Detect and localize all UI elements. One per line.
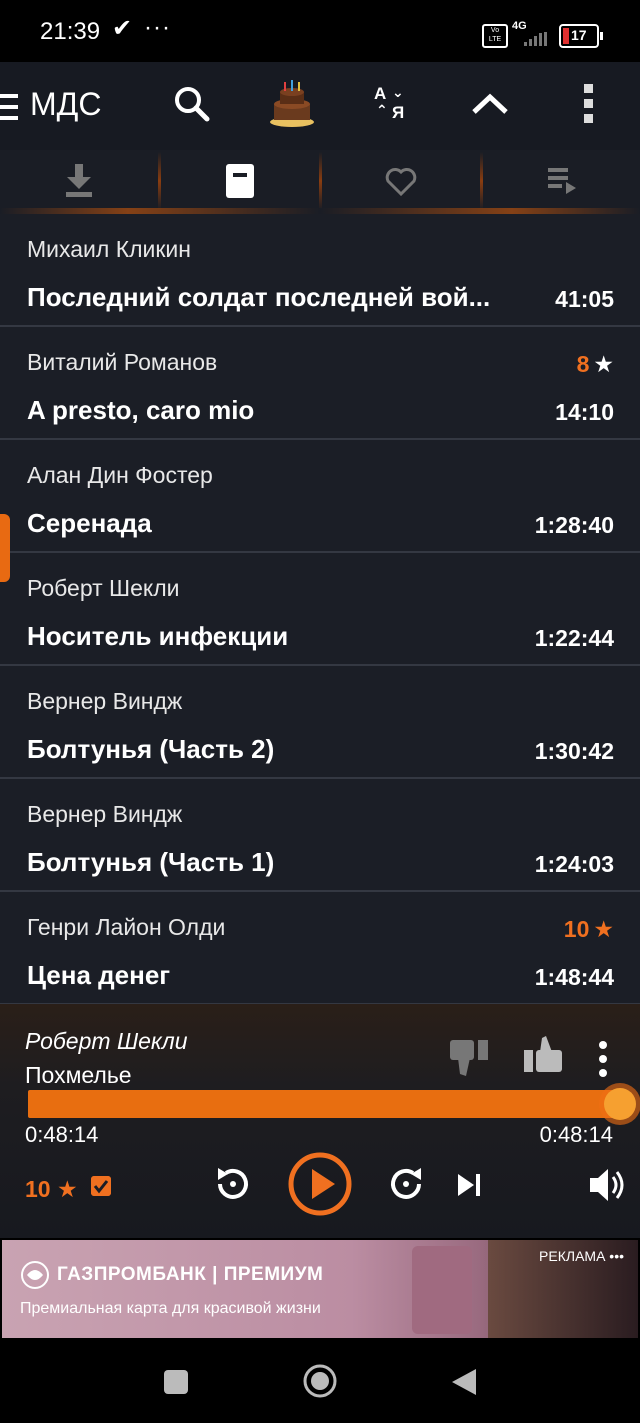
ad-tagline: Премиальная карта для красивой жизни [20,1300,321,1317]
item-title: Цена денег [27,960,171,990]
item-duration: 1:22:44 [534,625,614,651]
item-author: Роберт Шекли [27,575,180,601]
system-nav-bar [0,1340,640,1423]
star-icon: ★ [593,916,614,942]
total-time: 0:48:14 [539,1122,613,1147]
item-title: Серенада [27,508,152,538]
more-notifications-icon: ··· [144,14,171,41]
thumbs-down-icon[interactable] [448,1038,490,1078]
item-author: Генри Лайон Олди [27,914,226,940]
ad-banner[interactable]: ГАЗПРОМБАНК | ПРЕМИУМ Премиальная карта … [2,1240,638,1338]
tab-current[interactable] [161,150,319,212]
search-icon[interactable] [174,86,210,122]
tab-downloads[interactable] [0,150,158,212]
star-icon: ★ [593,351,614,377]
ad-label[interactable]: РЕКЛАМА ••• [539,1248,624,1264]
list-item[interactable]: Михаил Кликин Последний солдат последней… [0,214,640,327]
elapsed-time: 0:48:14 [25,1122,99,1147]
item-author: Вернер Виндж [27,801,183,827]
list-item[interactable]: Алан Дин Фостер Серенада 1:28:40 [0,440,640,553]
chevron-up-icon[interactable] [470,92,510,116]
item-duration: 1:48:44 [534,964,614,990]
now-playing-author: Роберт Шекли [25,1028,188,1054]
play-button[interactable] [287,1151,353,1217]
item-rating: 10 ★ [563,916,614,942]
item-author: Михаил Кликин [27,236,191,262]
menu-icon[interactable] [0,92,20,122]
item-author: Виталий Романов [27,349,218,375]
thumbs-up-icon[interactable] [522,1034,564,1074]
item-title: Болтунья (Часть 1) [27,847,275,877]
player-rating[interactable]: 10 ★ [25,1176,78,1203]
item-title: Болтунья (Часть 2) [27,734,275,764]
item-duration: 1:30:42 [534,738,614,764]
cake-icon[interactable] [268,78,316,128]
item-title: A presto, caro mio [27,395,255,425]
playlist-icon [548,168,576,194]
gazprombank-logo-icon [21,1261,49,1289]
home-icon[interactable] [302,1363,338,1399]
list-item[interactable]: Роберт Шекли Носитель инфекции 1:22:44 [0,553,640,666]
document-icon [226,164,254,198]
list-item[interactable]: Вернер Виндж Болтунья (Часть 1) 1:24:03 [0,779,640,892]
rewind-icon[interactable] [212,1164,252,1204]
volte-icon: Vo LTE [482,24,508,48]
item-title: Носитель инфекции [27,621,289,651]
scrollbar-thumb[interactable] [0,514,10,582]
app-title: МДС [30,86,102,122]
recents-icon[interactable] [163,1369,189,1395]
download-icon [66,164,92,197]
star-icon: ★ [56,1176,78,1202]
skip-next-icon[interactable] [456,1172,484,1198]
ad-brand: ГАЗПРОМБАНК | ПРЕМИУМ [57,1264,324,1285]
more-vert-icon[interactable] [582,84,596,124]
item-duration: 41:05 [555,286,614,312]
list-item[interactable]: Виталий Романов 8 ★ A presto, caro mio 14… [0,327,640,440]
status-bar: 21:39 ✔ ··· Vo LTE 4G 17 [0,0,640,62]
volume-icon[interactable] [588,1166,628,1204]
track-list[interactable]: Михаил Кликин Последний солдат последней… [0,214,640,1005]
seek-thumb[interactable] [604,1088,636,1120]
signal-icon [524,32,547,46]
item-author: Вернер Виндж [27,688,183,714]
forward-icon[interactable] [387,1164,427,1204]
mini-player: Роберт Шекли Похмелье 0:48:14 0:48:14 10… [0,1004,640,1238]
now-playing-title: Похмелье [25,1062,132,1088]
checkbox-icon[interactable] [91,1176,111,1196]
sort-alpha-icon[interactable]: A ⌄ ⌃ Я [372,84,412,124]
item-duration: 14:10 [555,399,614,425]
list-item[interactable]: Вернер Виндж Болтунья (Часть 2) 1:30:42 [0,666,640,779]
app-bar: МДС A ⌄ ⌃ Я [0,62,640,150]
network-type: 4G [512,20,527,32]
list-item[interactable]: Генри Лайон Олди 10 ★ Цена денег 1:48:44 [0,892,640,1005]
item-duration: 1:24:03 [534,851,614,877]
heart-icon [385,168,417,196]
back-icon[interactable] [450,1367,478,1397]
check-icon: ✔ [112,15,133,42]
battery-level: 17 [571,27,587,43]
more-vert-icon[interactable] [597,1040,609,1078]
battery-icon: 17 [559,24,603,48]
status-time: 21:39 [40,18,101,45]
item-duration: 1:28:40 [534,512,614,538]
tab-queue[interactable] [483,150,640,212]
tab-bar [0,150,640,214]
bank-card-image [412,1246,472,1334]
seek-bar[interactable] [28,1090,620,1118]
tab-favorites[interactable] [322,150,480,212]
item-author: Алан Дин Фостер [27,462,213,488]
item-rating: 8 ★ [576,351,614,377]
item-title: Последний солдат последней вой... [27,282,491,312]
